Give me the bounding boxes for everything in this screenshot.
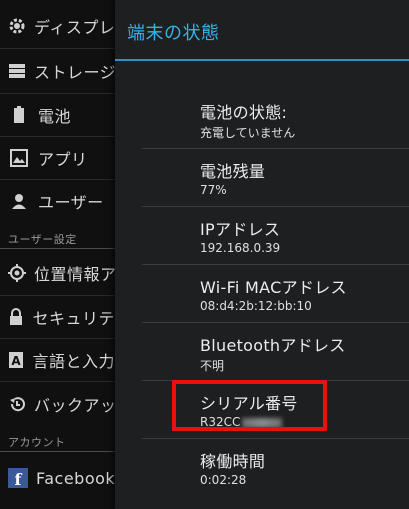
row-value: 08:d4:2b:12:bb:10 xyxy=(200,299,312,313)
settings-item-label: バックアッ xyxy=(34,396,115,415)
settings-item-user[interactable]: ユーザー xyxy=(0,180,115,222)
settings-item-label: ユーザー xyxy=(38,193,104,212)
divider xyxy=(0,381,115,382)
status-row-battery-level[interactable]: 電池残量 77% xyxy=(142,149,409,207)
settings-item-apps[interactable]: アプリ xyxy=(0,137,115,179)
keyboard-icon: A xyxy=(8,351,24,369)
storage-icon xyxy=(8,63,26,79)
settings-item-label: 位置情報ア xyxy=(34,265,115,284)
row-title: IPアドレス xyxy=(200,220,281,239)
section-divider xyxy=(0,451,115,452)
status-row-battery-status[interactable]: 電池の状態: 充電していません xyxy=(142,90,409,148)
row-value: 0:02:28 xyxy=(200,473,247,487)
settings-item-language-input[interactable]: A 言語と入力 xyxy=(0,339,115,381)
status-row-uptime[interactable]: 稼働時間 0:02:28 xyxy=(142,439,409,497)
row-title: Bluetoothアドレス xyxy=(200,336,346,355)
battery-icon xyxy=(8,106,30,124)
settings-item-security[interactable]: セキュリテ xyxy=(0,296,115,338)
device-status-panel: 端末の状態 電池の状態: 充電していません 電池残量 77% IPアドレス 19… xyxy=(115,0,409,509)
settings-item-location[interactable]: 位置情報ア xyxy=(0,252,115,294)
row-title: Wi-Fi MACアドレス xyxy=(200,278,347,297)
section-header-account: アカウント xyxy=(8,436,66,449)
status-row-wifi-mac[interactable]: Wi-Fi MACアドレス 08:d4:2b:12:bb:10 xyxy=(142,265,409,323)
settings-item-storage[interactable]: ストレージ xyxy=(0,50,115,92)
settings-item-label: ストレージ xyxy=(34,63,115,82)
row-value: 不明 xyxy=(200,359,225,373)
section-divider xyxy=(0,248,115,249)
status-row-bluetooth-address[interactable]: Bluetoothアドレス 不明 xyxy=(142,323,409,381)
settings-item-label: セキュリテ xyxy=(32,309,115,328)
row-title: 電池の状態: xyxy=(200,103,288,122)
highlight-box xyxy=(172,380,327,431)
section-header-user-settings: ユーザー設定 xyxy=(8,233,77,246)
svg-text:A: A xyxy=(12,354,22,368)
page-title: 端末の状態 xyxy=(127,23,220,44)
gear-icon xyxy=(8,17,26,35)
divider xyxy=(0,48,115,49)
title-divider xyxy=(115,59,409,61)
settings-item-backup[interactable]: バックアッ xyxy=(0,383,115,425)
settings-item-battery[interactable]: 電池 xyxy=(0,94,115,136)
row-title: 稼働時間 xyxy=(200,452,266,471)
settings-item-label: アプリ xyxy=(38,150,88,169)
status-row-ip-address[interactable]: IPアドレス 192.168.0.39 xyxy=(142,207,409,265)
user-icon xyxy=(8,193,30,209)
backup-icon xyxy=(8,395,26,413)
apps-icon xyxy=(8,149,30,167)
settings-item-label: 言語と入力 xyxy=(32,352,115,371)
row-value: 192.168.0.39 xyxy=(200,241,281,255)
settings-item-facebook[interactable]: f Facebook xyxy=(0,457,115,499)
row-value: 充電していません xyxy=(200,126,296,140)
location-icon xyxy=(8,264,26,282)
settings-item-label: ディスプレ xyxy=(34,18,115,37)
facebook-icon: f xyxy=(8,468,28,488)
lock-icon xyxy=(8,308,24,326)
row-title: 電池残量 xyxy=(200,162,266,181)
settings-item-display[interactable]: ディスプレ xyxy=(0,5,115,47)
row-value: 77% xyxy=(200,183,227,197)
settings-item-label: Facebook xyxy=(36,468,115,488)
settings-item-label: 電池 xyxy=(38,107,72,126)
